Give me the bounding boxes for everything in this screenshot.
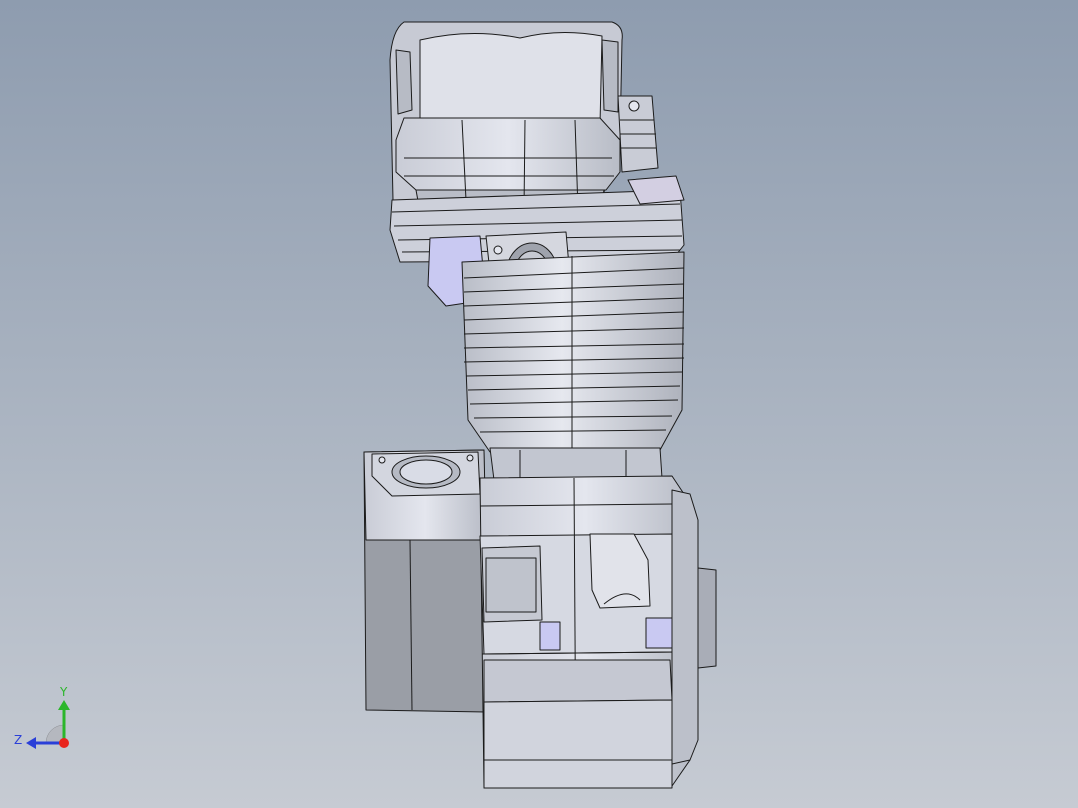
engine-assembly[interactable]: [363, 21, 717, 789]
gearbox-housing[interactable]: [363, 449, 487, 713]
rocker-cover[interactable]: [389, 21, 623, 221]
cylinder-base[interactable]: [489, 447, 663, 481]
z-axis-head: [26, 737, 36, 749]
crankcase[interactable]: [479, 475, 691, 789]
y-axis-head: [58, 700, 70, 710]
head-right-bracket[interactable]: [617, 95, 659, 173]
cylinder-barrel-fins[interactable]: [461, 251, 685, 453]
z-axis-label: Z: [14, 733, 22, 747]
engine-model-view[interactable]: [0, 0, 1078, 808]
coordinate-triad: Y Z: [14, 685, 70, 749]
side-cover[interactable]: [671, 489, 717, 765]
x-axis-dot: [59, 738, 69, 748]
graphics-viewport[interactable]: Y Z: [0, 0, 1078, 808]
y-axis-label: Y: [59, 685, 68, 699]
